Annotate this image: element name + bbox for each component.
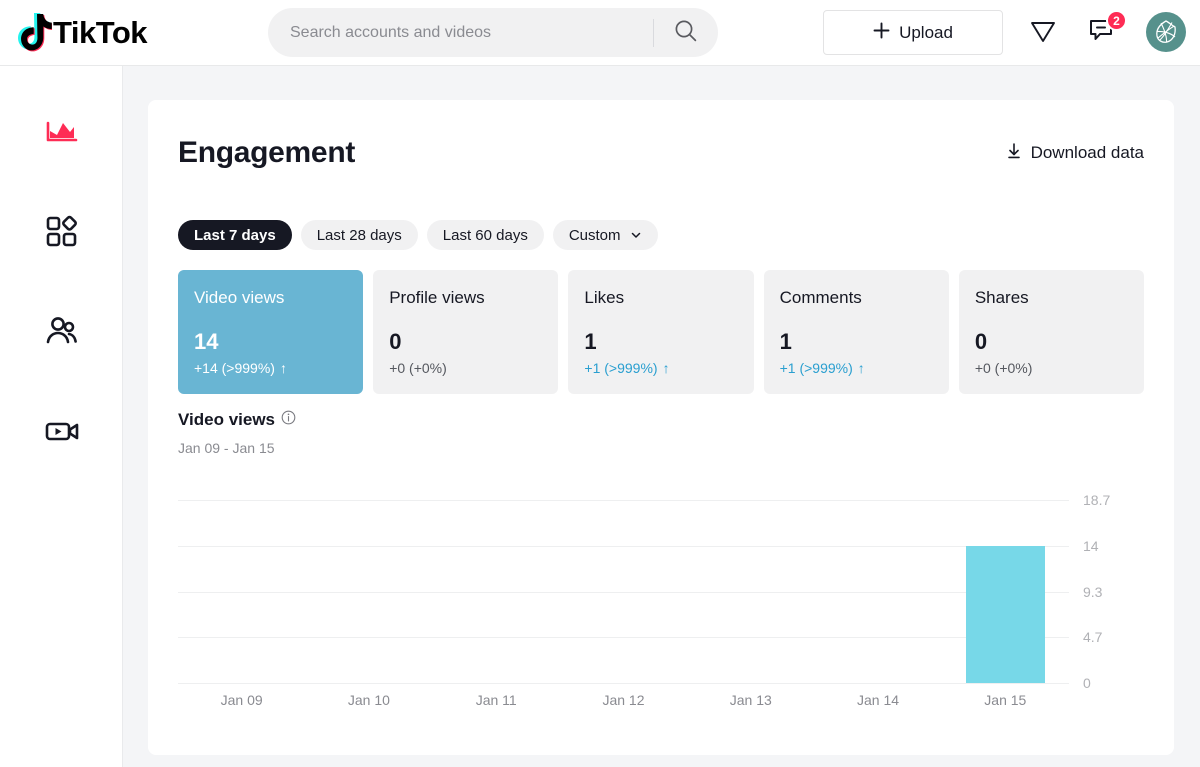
left-sidebar [0, 66, 123, 767]
metric-value: 14 [194, 329, 218, 355]
chart-heading-label: Video views [178, 410, 275, 430]
video-views-chart: 18.7149.34.70 Jan 09Jan 10Jan 11Jan 12Ja… [178, 500, 1144, 720]
page-background: Engagement Download data Last 7 days Las… [123, 66, 1200, 767]
metric-card-video-views[interactable]: Video views 14 +14 (>999%) ↑ [178, 270, 363, 394]
download-icon [1005, 142, 1023, 165]
chart-x-tick-label: Jan 12 [560, 692, 687, 708]
download-data-button[interactable]: Download data [1005, 142, 1144, 165]
chart-y-tick-label: 14 [1083, 538, 1099, 554]
chart-gridline [178, 500, 1069, 501]
filter-last-7-days[interactable]: Last 7 days [178, 220, 292, 250]
upload-button[interactable]: Upload [823, 10, 1003, 55]
sidebar-item-analytics[interactable] [0, 102, 123, 162]
metric-value: 0 [975, 329, 987, 355]
chart-gridline [178, 637, 1069, 638]
filter-last-28-days[interactable]: Last 28 days [301, 220, 418, 250]
page-title: Engagement [178, 136, 355, 170]
upload-label: Upload [899, 23, 953, 43]
chart-y-tick-label: 9.3 [1083, 584, 1102, 600]
chart-y-tick-label: 4.7 [1083, 629, 1102, 645]
engagement-card: Engagement Download data Last 7 days Las… [148, 100, 1174, 755]
tiktok-wordmark: TikTok [53, 15, 147, 51]
chart-heading: Video views [178, 410, 296, 430]
search-bar[interactable] [268, 8, 718, 57]
metric-card-comments[interactable]: Comments 1 +1 (>999%) ↑ [764, 270, 949, 394]
filter-label: Last 7 days [194, 227, 276, 244]
chart-x-tick-label: Jan 10 [305, 692, 432, 708]
chart-y-tick-label: 0 [1083, 675, 1091, 691]
metric-label: Comments [780, 288, 933, 308]
users-icon [42, 311, 82, 354]
info-icon[interactable] [281, 410, 296, 430]
chart-gridline [178, 546, 1069, 547]
chart-plot-area [178, 500, 1069, 683]
chart-x-tick-label: Jan 09 [178, 692, 305, 708]
metric-card-shares[interactable]: Shares 0 +0 (+0%) [959, 270, 1144, 394]
filter-label: Last 60 days [443, 227, 528, 244]
card-header: Engagement Download data [178, 128, 1144, 178]
grid-apps-icon [42, 211, 82, 254]
filter-last-60-days[interactable]: Last 60 days [427, 220, 544, 250]
trend-up-icon: ↑ [280, 360, 287, 376]
tiktok-note-icon [14, 12, 52, 54]
metric-delta: +1 (>999%) ↑ [584, 360, 669, 376]
metric-delta: +14 (>999%) ↑ [194, 360, 287, 376]
metric-delta: +1 (>999%) ↑ [780, 360, 865, 376]
chart-icon [42, 111, 82, 154]
plus-icon [873, 22, 890, 44]
metric-label: Likes [584, 288, 737, 308]
filter-label: Custom [569, 227, 621, 244]
metric-label: Video views [194, 288, 347, 308]
message-bubble-icon [1087, 33, 1117, 48]
metric-value: 1 [584, 329, 596, 355]
metric-cards: Video views 14 +14 (>999%) ↑ Profile vie… [178, 270, 1144, 394]
sidebar-item-community[interactable] [0, 302, 123, 362]
metric-card-profile-views[interactable]: Profile views 0 +0 (+0%) [373, 270, 558, 394]
date-range-filters: Last 7 days Last 28 days Last 60 days Cu… [178, 220, 658, 250]
paper-plane-icon [1028, 16, 1058, 49]
chevron-down-icon [630, 229, 642, 241]
video-camera-icon [42, 411, 82, 454]
metric-delta-text: +1 (>999%) [780, 360, 853, 376]
chart-x-axis: Jan 09Jan 10Jan 11Jan 12Jan 13Jan 14Jan … [178, 692, 1069, 708]
chart-daterange: Jan 09 - Jan 15 [178, 440, 275, 456]
trend-up-icon: ↑ [663, 360, 670, 376]
chart-x-tick-label: Jan 13 [687, 692, 814, 708]
download-label: Download data [1031, 143, 1144, 163]
metric-delta-text: +1 (>999%) [584, 360, 657, 376]
search-input[interactable] [268, 24, 653, 42]
trend-up-icon: ↑ [858, 360, 865, 376]
avatar[interactable] [1146, 12, 1186, 52]
chart-x-tick-label: Jan 14 [814, 692, 941, 708]
metric-value: 1 [780, 329, 792, 355]
inbox-button[interactable] [1022, 11, 1064, 53]
metric-label: Profile views [389, 288, 542, 308]
sidebar-item-videos[interactable] [0, 402, 123, 462]
metric-card-likes[interactable]: Likes 1 +1 (>999%) ↑ [568, 270, 753, 394]
metric-delta-text: +0 (+0%) [389, 360, 447, 376]
metric-delta: +0 (+0%) [389, 360, 447, 376]
sidebar-item-apps[interactable] [0, 202, 123, 262]
chart-x-tick-label: Jan 15 [942, 692, 1069, 708]
filter-custom[interactable]: Custom [553, 220, 658, 250]
metric-value: 0 [389, 329, 401, 355]
message-badge: 2 [1106, 10, 1127, 31]
chart-y-tick-label: 18.7 [1083, 492, 1110, 508]
filter-label: Last 28 days [317, 227, 402, 244]
chart-bar[interactable] [966, 546, 1045, 683]
leaf-avatar-icon [1151, 17, 1181, 47]
chart-gridline [178, 592, 1069, 593]
metric-delta-text: +0 (+0%) [975, 360, 1033, 376]
tiktok-logo[interactable]: TikTok [14, 0, 147, 66]
metric-delta-text: +14 (>999%) [194, 360, 275, 376]
chart-x-tick-label: Jan 11 [433, 692, 560, 708]
top-header: TikTok Upload [0, 0, 1200, 66]
search-icon [673, 18, 699, 47]
metric-delta: +0 (+0%) [975, 360, 1033, 376]
chart-gridline [178, 683, 1069, 684]
search-button[interactable] [654, 8, 718, 57]
messages-button[interactable]: 2 [1081, 11, 1123, 53]
metric-label: Shares [975, 288, 1128, 308]
